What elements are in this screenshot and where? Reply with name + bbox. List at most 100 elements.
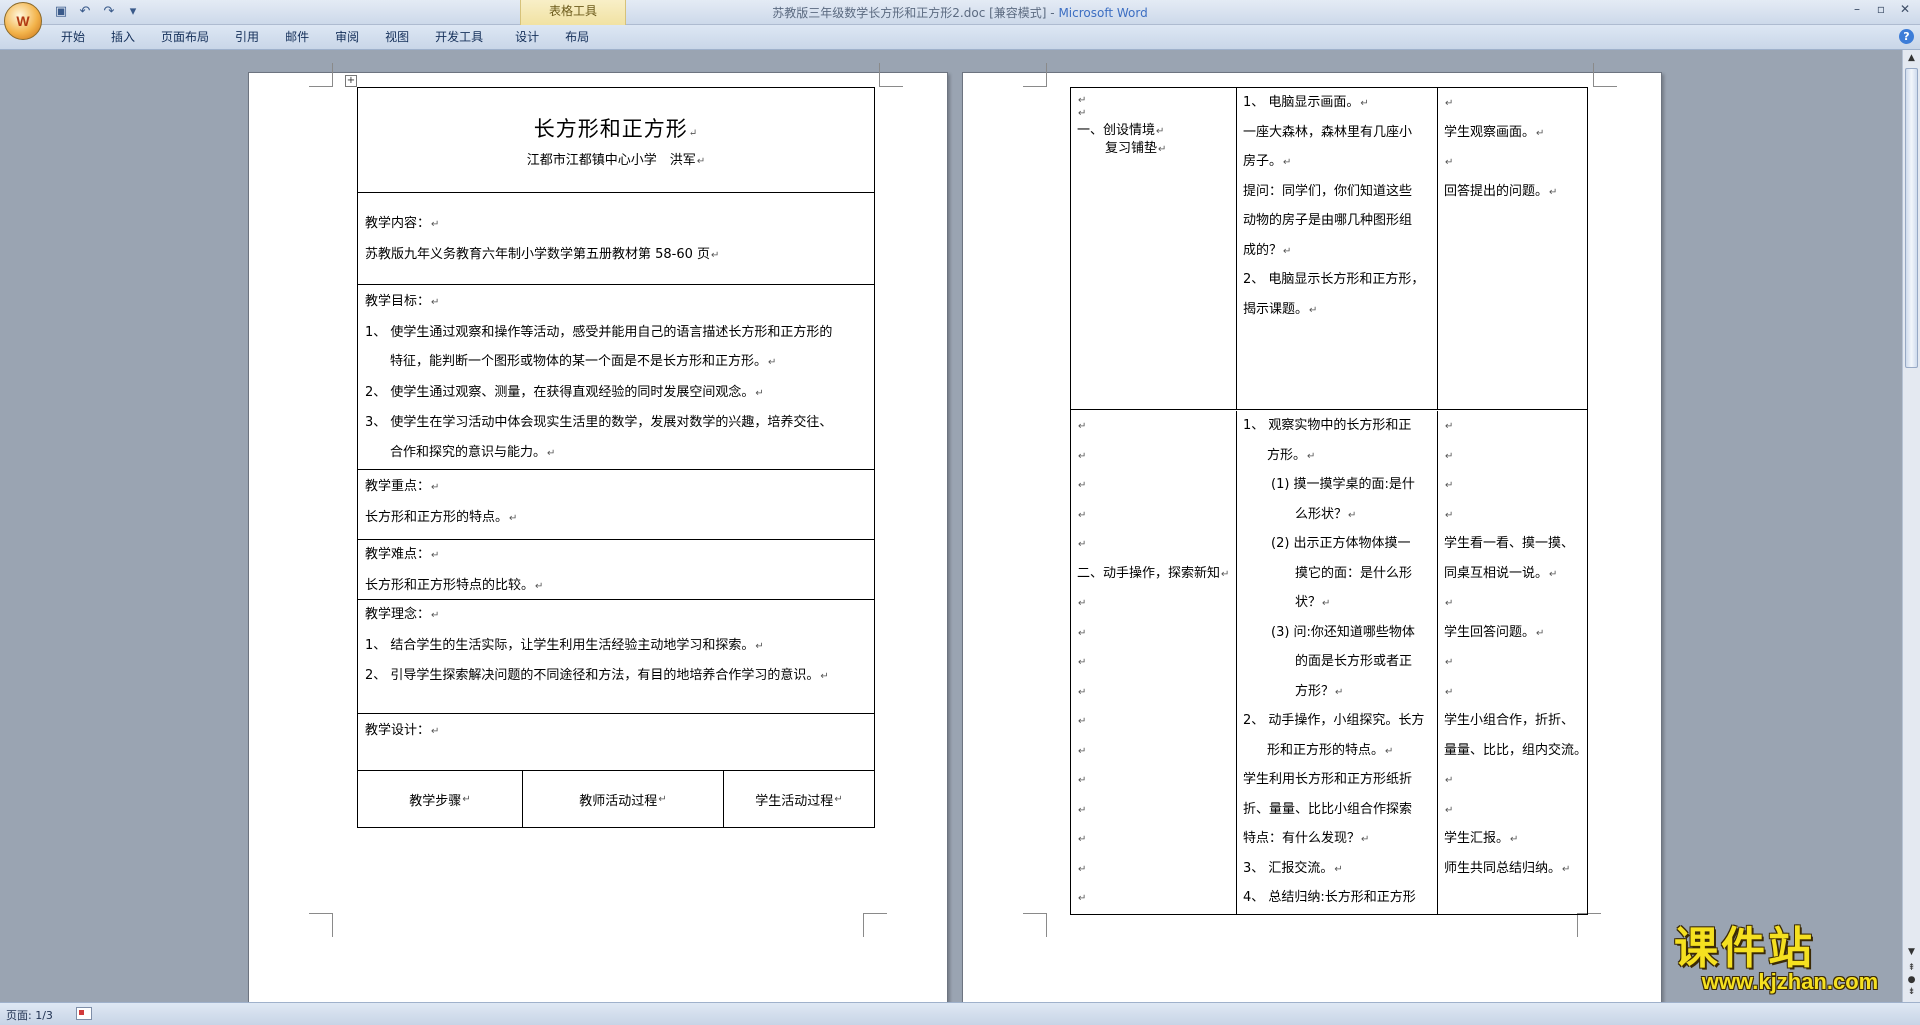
office-button-icon[interactable]: W bbox=[4, 2, 42, 40]
tab-page-layout[interactable]: 页面布局 bbox=[148, 29, 222, 45]
text-line: 一座大森林，森林里有几座小 bbox=[1243, 124, 1413, 140]
content-cell[interactable]: 教学内容：↵ 苏教版九年义务教育六年制小学数学第五册教材第 58-60 页↵ bbox=[358, 193, 874, 285]
maximize-icon[interactable]: ▫ bbox=[1870, 2, 1892, 18]
app-name: Microsoft Word bbox=[1058, 6, 1148, 20]
page-count-status[interactable]: 页面: 1/3 bbox=[6, 1007, 53, 1023]
empty-line: ↵ bbox=[1445, 598, 1454, 609]
contextual-tab-group: 表格工具 bbox=[520, 0, 626, 25]
text-line: 学生看一看、摸一摸、 bbox=[1444, 536, 1575, 551]
text-line: 回答提出的问题。↵ bbox=[1444, 183, 1558, 199]
goals-label: 教学目标：↵ bbox=[365, 294, 440, 309]
text-line: 成的？↵ bbox=[1243, 242, 1292, 258]
undo-icon[interactable]: ↶ bbox=[76, 3, 94, 21]
hard-text: 长方形和正方形特点的比较。↵ bbox=[365, 577, 544, 593]
tab-home[interactable]: 开始 bbox=[48, 29, 98, 45]
document-title-text: 长方形和正方形↵ bbox=[533, 117, 699, 141]
tab-table-design[interactable]: 设计 bbox=[502, 29, 552, 45]
text-line: 学生观察画面。↵ bbox=[1444, 124, 1545, 140]
title-cell[interactable]: 长方形和正方形↵ 江都市江都镇中心小学 洪军↵ bbox=[358, 88, 874, 193]
document-subtitle: 江都市江都镇中心小学 洪军↵ bbox=[526, 153, 706, 168]
teacher-cell-2[interactable]: 1、 观察实物中的长方形和正 方形。↵ (1) 摸一摸学桌的面:是什 么形状？↵… bbox=[1237, 411, 1438, 914]
text-line: 揭示课题。↵ bbox=[1243, 301, 1318, 317]
step-row-2[interactable]: ↵ ↵ ↵ ↵ ↵ 二、动手操作，探索新知↵ ↵ ↵ ↵ ↵ ↵ ↵ ↵ ↵ ↵… bbox=[1071, 410, 1587, 914]
empty-line: ↵ bbox=[1445, 480, 1454, 491]
contextual-tab-label: 表格工具 bbox=[548, 4, 597, 18]
design-cell[interactable]: 教学设计：↵ bbox=[358, 714, 874, 771]
teacher-cell-1[interactable]: 1、 电脑显示画面。↵ 一座大森林，森林里有几座小 房子。↵ 提问：同学们，你们… bbox=[1237, 88, 1438, 409]
empty-line: ↵ bbox=[1078, 598, 1087, 609]
col-steps[interactable]: 教学步骤 ↵ bbox=[358, 771, 523, 827]
lesson-steps-table[interactable]: ↵ ↵ 一、创设情境↵ 复习铺垫↵ 1、 电脑显示画面。↵ 一座大森林，森林里有… bbox=[1070, 87, 1588, 915]
next-page-icon[interactable]: ⇟ bbox=[1905, 986, 1918, 999]
customize-qat-icon[interactable]: ▾ bbox=[124, 3, 142, 21]
key-label: 教学重点：↵ bbox=[365, 479, 440, 494]
tab-references[interactable]: 引用 bbox=[222, 29, 272, 45]
scroll-down-icon[interactable]: ▼ bbox=[1905, 946, 1918, 959]
crop-mark bbox=[863, 913, 887, 937]
empty-line: ↵ bbox=[1445, 686, 1454, 698]
goal-1-cont: 特征，能判断一个图形或物体的某一个面是不是长方形和正方形。↵ bbox=[390, 354, 777, 369]
document-workspace[interactable]: + 长方形和正方形↵ 江都市江都镇中心小学 洪军↵ 教学内容：↵ 苏教版九年义务… bbox=[0, 50, 1902, 1002]
empty-line: ↵ bbox=[1078, 108, 1087, 119]
key-point-cell[interactable]: 教学重点：↵ 长方形和正方形的特点。↵ bbox=[358, 470, 874, 540]
empty-line: ↵ bbox=[1078, 804, 1087, 816]
crop-mark bbox=[1023, 63, 1047, 87]
text-line: (3) 问:你还知道哪些物体 bbox=[1271, 624, 1415, 640]
empty-line: ↵ bbox=[1078, 863, 1087, 875]
title-bar: ▣ ↶ ↷ ▾ 表格工具 苏教版三年级数学长方形和正方形2.doc [兼容模式]… bbox=[0, 0, 1920, 25]
text-line: 方形。↵ bbox=[1267, 447, 1316, 463]
close-icon[interactable]: ✕ bbox=[1894, 2, 1916, 18]
goal-2: 2、 使学生通过观察、测量，在获得直观经验的同时发展空间观念。↵ bbox=[365, 384, 764, 400]
status-bar: 页面: 1/3 bbox=[0, 1002, 1920, 1025]
save-icon[interactable]: ▣ bbox=[52, 3, 70, 21]
text-line: 1、 观察实物中的长方形和正 bbox=[1243, 418, 1412, 433]
goal-3: 3、 使学生在学习活动中体会现实生活里的数学，发展对数学的兴趣，培养交往、 bbox=[365, 415, 833, 430]
step-row-1[interactable]: ↵ ↵ 一、创设情境↵ 复习铺垫↵ 1、 电脑显示画面。↵ 一座大森林，森林里有… bbox=[1071, 88, 1587, 410]
table-move-handle-icon[interactable]: + bbox=[345, 75, 357, 87]
tab-view[interactable]: 视图 bbox=[372, 29, 422, 45]
scroll-thumb[interactable] bbox=[1905, 68, 1918, 368]
help-icon[interactable]: ? bbox=[1899, 29, 1914, 44]
col-teacher[interactable]: 教师活动过程 ↵ bbox=[523, 771, 724, 827]
tab-developer[interactable]: 开发工具 bbox=[422, 29, 496, 45]
step-cell-1[interactable]: ↵ ↵ 一、创设情境↵ 复习铺垫↵ bbox=[1071, 88, 1237, 409]
goals-cell[interactable]: 教学目标：↵ 1、 使学生通过观察和操作等活动，感受并能用自己的语言描述长方形和… bbox=[358, 285, 874, 470]
step-cell-2[interactable]: ↵ ↵ ↵ ↵ ↵ 二、动手操作，探索新知↵ ↵ ↵ ↵ ↵ ↵ ↵ ↵ ↵ ↵… bbox=[1071, 411, 1237, 914]
empty-line: ↵ bbox=[1078, 539, 1087, 550]
empty-line: ↵ bbox=[1078, 450, 1087, 462]
document-page-2[interactable]: ↵ ↵ 一、创设情境↵ 复习铺垫↵ 1、 电脑显示画面。↵ 一座大森林，森林里有… bbox=[962, 63, 1662, 1002]
proofing-status-icon[interactable] bbox=[76, 1007, 92, 1020]
tab-mailings[interactable]: 邮件 bbox=[272, 29, 322, 45]
content-text: 苏教版九年义务教育六年制小学数学第五册教材第 58-60 页↵ bbox=[365, 246, 720, 262]
quick-access-toolbar: ▣ ↶ ↷ ▾ bbox=[52, 3, 142, 21]
key-text: 长方形和正方形的特点。↵ bbox=[365, 509, 518, 525]
crop-mark bbox=[1593, 63, 1617, 87]
text-line: 学生回答问题。↵ bbox=[1444, 624, 1545, 640]
tab-review[interactable]: 审阅 bbox=[322, 29, 372, 45]
empty-line: ↵ bbox=[1078, 834, 1087, 845]
tab-insert[interactable]: 插入 bbox=[98, 29, 148, 45]
tab-table-layout[interactable]: 布局 bbox=[552, 29, 602, 45]
scroll-up-icon[interactable]: ▲ bbox=[1905, 52, 1918, 65]
steps-header-row[interactable]: 教学步骤 ↵ 教师活动过程 ↵ 学生活动过程 ↵ bbox=[358, 771, 874, 827]
ribbon-tabs-bar: 开始 插入 页面布局 引用 邮件 审阅 视图 开发工具 设计 布局 ? bbox=[0, 25, 1920, 50]
text-line: (2) 出示正方体物体摸一 bbox=[1271, 536, 1411, 551]
text-line: 4、 总结归纳:长方形和正方形 bbox=[1243, 890, 1416, 905]
student-cell-2[interactable]: ↵ ↵ ↵ ↵ 学生看一看、摸一摸、 同桌互相说一说。↵ ↵ 学生回答问题。↵ … bbox=[1438, 411, 1587, 914]
empty-line: ↵ bbox=[1078, 686, 1087, 698]
student-cell-1[interactable]: ↵ 学生观察画面。↵ ↵ 回答提出的问题。↵ bbox=[1438, 88, 1587, 409]
window-controls: – ▫ ✕ bbox=[1846, 2, 1916, 18]
redo-icon[interactable]: ↷ bbox=[100, 3, 118, 21]
minimize-icon[interactable]: – bbox=[1846, 2, 1868, 18]
text-line: 形和正方形的特点。↵ bbox=[1267, 742, 1394, 758]
difficulty-cell[interactable]: 教学难点：↵ 长方形和正方形特点的比较。↵ bbox=[358, 540, 874, 600]
col-student[interactable]: 学生活动过程 ↵ bbox=[724, 771, 874, 827]
document-page-1[interactable]: + 长方形和正方形↵ 江都市江都镇中心小学 洪军↵ 教学内容：↵ 苏教版九年义务… bbox=[248, 63, 948, 1002]
text-line: (1) 摸一摸学桌的面:是什 bbox=[1271, 477, 1415, 492]
lesson-info-table[interactable]: 长方形和正方形↵ 江都市江都镇中心小学 洪军↵ 教学内容：↵ 苏教版九年义务教育… bbox=[357, 87, 875, 828]
empty-line: ↵ bbox=[1445, 804, 1454, 816]
philosophy-cell[interactable]: 教学理念：↵ 1、 结合学生的生活实际，让学生利用生活经验主动地学习和探索。↵ … bbox=[358, 600, 874, 714]
empty-line: ↵ bbox=[1078, 716, 1087, 727]
text-line: 方形？↵ bbox=[1295, 683, 1344, 699]
vertical-scrollbar[interactable]: ▲ ▼ ⇞ ● ⇟ bbox=[1902, 50, 1920, 1002]
